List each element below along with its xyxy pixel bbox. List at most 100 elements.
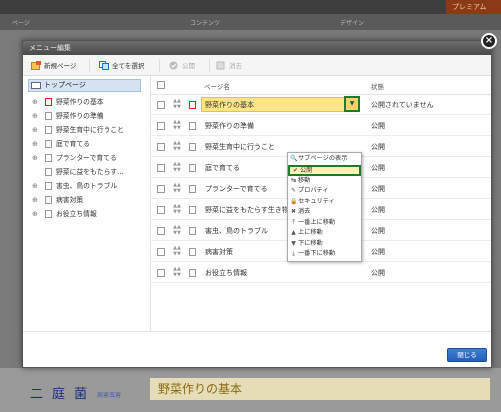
menu-item-label: 一番上に移動 [298,218,336,226]
row-page-name[interactable]: プランターで育てる [205,184,268,194]
lock-icon: 🔒 [290,197,298,205]
table-row[interactable]: ▲▲ ▼▼ 野菜作りの基本 ▼ 公開されていません [151,95,491,115]
menu-item-label: 移動 [298,176,311,184]
page-icon [45,112,52,120]
menu-item-move-bottom[interactable]: ⤓ 一番下に移動 [288,249,361,260]
move-icon: ↹ [290,176,297,184]
row-checkbox[interactable] [157,206,165,214]
row-page-name[interactable]: 庭で育てる [205,163,240,173]
bg-nav-item: デザイン [340,20,365,27]
properties-icon: ✎ [290,187,297,194]
publish-icon [169,61,178,70]
menu-item-security[interactable]: 🔒 セキュリティ [288,197,361,208]
expand-icon[interactable]: ⊕ [32,194,38,206]
menu-item-move-up[interactable]: ▲ 上に移動 [288,228,361,239]
move-handle-icon[interactable]: ▲▲ ▼▼ [172,98,182,110]
menu-item-label: 消去 [298,208,311,215]
row-checkbox[interactable] [157,143,165,151]
background-nav: ページ コンテンツ デザイン [0,14,501,30]
expand-icon[interactable]: ⊕ [32,152,38,164]
row-page-name[interactable]: 野菜生育中に行うこと [205,142,275,152]
select-all-button[interactable]: 全てを選択 [99,60,144,72]
row-page-name[interactable]: お役立ち情報 [205,268,247,278]
row-page-name[interactable]: 害虫、鳥のトラブル [205,226,268,236]
row-status: 公開 [371,248,385,256]
bg-kanji: 菌 [74,387,88,402]
move-handle-icon[interactable]: ▲▲ ▼▼ [172,203,182,215]
row-status: 公開されていません [371,101,434,109]
bg-nav-item: コンテンツ [190,20,221,27]
expand-icon[interactable]: ⊕ [32,124,38,136]
move-handle-icon[interactable]: ▲▲ ▼▼ [172,224,182,236]
new-page-button[interactable]: 新規ページ [31,60,76,72]
menu-item-label: 一番下に移動 [298,250,336,257]
menu-item-publish[interactable]: ✔ 公開 [288,164,361,176]
tree-item-top-page[interactable]: トップページ [28,79,141,92]
row-page-name[interactable]: 病害対策 [205,247,233,257]
page-icon [189,269,196,277]
move-handle-icon[interactable]: ▲▲ ▼▼ [172,161,182,173]
expand-icon[interactable]: ⊕ [32,208,38,220]
row-checkbox[interactable] [157,227,165,235]
menu-item-label: プロパティ [298,187,329,194]
row-page-name[interactable]: 野菜作りの基本 [205,100,254,110]
page-icon [189,164,196,172]
row-checkbox[interactable] [157,164,165,172]
toolbar-separator [159,59,160,72]
menu-item-label: 下に移動 [298,239,323,247]
row-checkbox[interactable] [157,248,165,256]
row-status: 公開 [371,269,385,277]
delete-button[interactable]: 消去 [216,60,242,72]
tree-item-label: 病害対策 [56,196,84,204]
menu-item-move-down[interactable]: ▼ 下に移動 [288,239,361,250]
expand-icon[interactable]: ⊕ [32,96,38,108]
tree-item-label: プランターで育てる [56,154,117,162]
menu-item-properties[interactable]: ✎ プロパティ [288,186,361,197]
row-status: 公開 [371,143,385,151]
table-row[interactable]: ▲▲ ▼▼ お役立ち情報 公開 [151,263,491,283]
publish-button[interactable]: 公開 [169,60,195,72]
page-icon [189,227,196,235]
tree-root-label: トップページ [44,81,86,89]
delete-icon: ✖ [290,208,297,215]
move-handle-icon[interactable]: ▲▲ ▼▼ [172,182,182,194]
toolbar-separator [209,59,210,72]
menu-item-delete[interactable]: ✖ 消去 [288,207,361,218]
row-status: 公開 [371,164,385,172]
close-button[interactable]: 閉じる [447,348,487,362]
page-icon [189,143,196,151]
move-handle-icon[interactable]: ▲▲ ▼▼ [172,140,182,152]
background-content: 二 庭 菌 病害虫害 野菜作りの基本 [0,368,501,412]
row-checkbox[interactable] [157,185,165,193]
select-all-checkbox[interactable] [157,81,165,89]
bg-small-text: 病害虫害 [97,392,122,399]
row-page-name[interactable]: 野菜に益をもたらす生き物 [205,205,289,215]
menu-item-label: 公開 [300,166,313,174]
table-row[interactable]: ▲▲ ▼▼ 野菜作りの準備 公開 [151,116,491,136]
new-page-icon [31,61,41,70]
move-handle-icon[interactable]: ▲▲ ▼▼ [172,266,182,278]
row-checkbox[interactable] [157,101,165,109]
row-checkbox[interactable] [157,122,165,130]
expand-icon[interactable]: ⊕ [32,138,38,150]
page-icon [45,154,52,162]
background-header [0,0,501,14]
tree-item-label: お役立ち情報 [56,210,97,218]
row-page-name[interactable]: 野菜作りの準備 [205,121,254,131]
bg-kanji: 庭 [52,387,66,402]
row-checkbox[interactable] [157,269,165,277]
expand-icon[interactable]: ⊕ [32,180,38,192]
tree-item-label: 野菜に益をもたらす… [56,168,124,176]
menu-item-show-subpages[interactable]: 🔍 サブページの表示 [288,154,361,165]
move-bottom-icon: ⤓ [292,250,295,257]
move-handle-icon[interactable]: ▲▲ ▼▼ [172,119,182,131]
menu-item-label: サブページの表示 [298,155,348,162]
close-icon[interactable]: × [481,33,497,49]
menu-item-move[interactable]: ↹ 移動 [288,176,361,187]
new-page-label: 新規ページ [44,62,77,70]
expand-icon[interactable]: ⊕ [32,110,38,122]
menu-item-move-top[interactable]: ⤒ 一番上に移動 [288,218,361,229]
move-handle-icon[interactable]: ▲▲ ▼▼ [172,245,182,257]
arrow-down-icon: ▼ [291,239,296,247]
row-menu-dropdown-button[interactable]: ▼ [344,96,360,112]
